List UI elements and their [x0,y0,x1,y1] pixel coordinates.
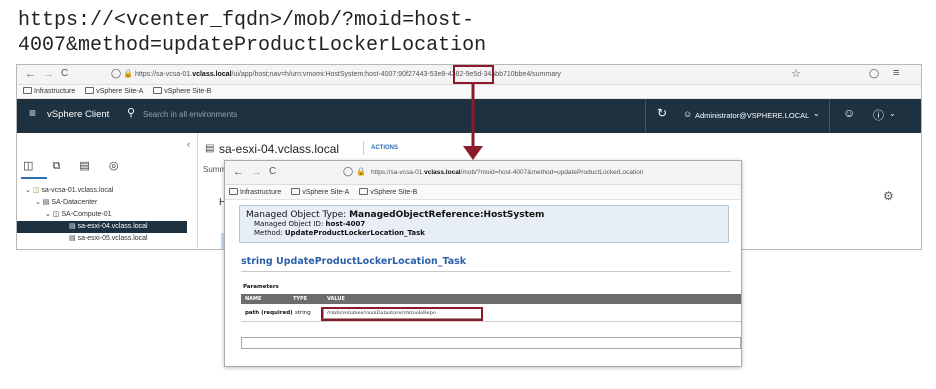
url-caption-line-1: https://<vcenter_fqdn>/mob/?moid=host- [18,9,475,32]
mob-type-value: ManagedObjectReference:HostSystem [349,210,545,220]
param-name: path (required) [245,310,293,316]
user-menu[interactable]: Administrator@VSPHERE.LOCAL [695,111,809,120]
column-value: VALUE [327,296,345,302]
vms-and-templates-icon[interactable]: ⧉ [52,160,60,172]
global-search-input[interactable]: Search in all environments [143,110,237,119]
host-icon: ▤ [205,143,215,154]
url-caption-line-2: 4007&method=updateProductLockerLocation [18,34,487,57]
forward-icon[interactable]: → [43,68,54,80]
settings-gear-icon[interactable]: ⚙ [883,189,894,203]
mob-bookmarks-bar: Infrastructure vSphere Site-A vSphere Si… [225,185,741,200]
bookmark-site-b[interactable]: vSphere Site-B [153,88,211,95]
help-icon[interactable]: ⓘ [873,107,884,123]
mob-browser-toolbar: ← → C ◯ 🔒 https://sa-vcsa-01.vclass.loca… [225,161,741,185]
mob-shield-icon: ◯ [343,166,354,176]
app-title: vSphere Client [47,109,110,120]
refresh-icon[interactable]: ↻ [657,106,667,120]
mob-address-bar[interactable]: https://sa-vcsa-01.vclass.local/mob/?moi… [371,165,739,180]
column-type: TYPE [293,296,308,302]
pocket-icon[interactable]: ◯ [869,68,879,79]
mob-bookmark-site-b[interactable]: vSphere Site-B [359,189,417,196]
mob-url-prefix: https://sa-vcsa-01. [371,169,425,176]
collapse-sidebar-icon[interactable]: ‹ [187,139,190,149]
mob-id-value: host-4007 [325,220,366,228]
tree-node-host-selected[interactable]: ▤ sa-esxi-04.vclass.local [17,221,187,233]
bookmark-star-icon[interactable]: ☆ [791,67,801,80]
lock-icon: 🔒 [123,69,133,78]
mob-url-path: /mob/?moid=host-4007&method=updateProduc… [460,169,644,176]
host-id-highlight [453,65,494,84]
back-icon[interactable]: ← [25,68,36,80]
tree-node-vcenter[interactable]: ⌄ ◫ sa-vcsa-01.vclass.local [17,185,198,197]
managed-object-info: Managed Object Type: ManagedObjectRefere… [239,205,729,243]
method-signature-title: string UpdateProductLockerLocation_Task [241,256,467,267]
url-domain: vclass.local [192,71,232,78]
path-value-highlight [321,307,483,321]
url-caption: https://<vcenter_fqdn>/mob/?moid=host- 4… [18,8,486,58]
reload-icon[interactable]: C [61,68,68,79]
inventory-view-tabs: ◫ ⧉ ▤ ◎ [23,159,134,173]
networking-icon[interactable]: ◎ [109,160,119,172]
parameters-table-header: NAME TYPE VALUE [241,294,741,304]
table-row: path (required) string /vmfs/volumes/vsa… [241,304,741,322]
mob-back-icon[interactable]: ← [233,166,244,178]
title-divider [241,271,731,272]
hosts-and-clusters-icon[interactable]: ◫ [23,160,33,172]
mob-browser-window: ← → C ◯ 🔒 https://sa-vcsa-01.vclass.loca… [224,160,742,367]
active-tab-indicator [21,177,47,179]
param-type: string [295,310,311,316]
mob-bookmark-site-a[interactable]: vSphere Site-A [291,189,349,196]
method-label: Method: [254,229,283,237]
bookmark-infrastructure[interactable]: Infrastructure [23,88,75,95]
inventory-tree: ⌄ ◫ sa-vcsa-01.vclass.local ⌄ ▤ SA-Datac… [17,185,198,245]
mob-lock-icon: 🔒 [356,167,366,176]
vsphere-app-header: ≡ vSphere Client ⚲ Search in all environ… [17,99,921,133]
parameters-label: Parameters [243,284,279,290]
user-icon: ☺ [683,109,693,119]
tree-node-cluster[interactable]: ⌄ ◫ SA-Compute-01 [17,209,198,221]
actions-menu[interactable]: ACTIONS [371,145,398,151]
tree-node-datacenter[interactable]: ⌄ ▤ SA-Datacenter [17,197,198,209]
method-value: UpdateProductLockerLocation_Task [284,229,425,237]
menu-icon[interactable]: ≡ [893,67,899,79]
url-path: /ui/app/host;nav=h/urn:vmomi:HostSystem: [231,71,366,78]
host-title: sa-esxi-04.vclass.local [219,142,340,156]
chevron-down-icon[interactable]: ⌄ [813,109,820,118]
bookmark-site-a[interactable]: vSphere Site-A [85,88,143,95]
shield-icon: ◯ [111,68,122,78]
mob-reload-icon[interactable]: C [269,166,276,177]
feedback-icon[interactable]: ☺ [843,106,855,120]
hamburger-icon[interactable]: ≡ [29,106,36,120]
help-chevron-icon[interactable]: ⌄ [889,109,896,118]
tree-node-host[interactable]: ▤ sa-esxi-05.vclass.local [17,233,198,245]
tab-summary[interactable]: Summ [203,165,226,174]
mob-bookmark-infrastructure[interactable]: Infrastructure [229,189,281,196]
inventory-sidebar: ‹ ◫ ⧉ ▤ ◎ ⌄ ◫ sa-vcsa-01.vclass.local ⌄ … [17,133,198,249]
mob-url-domain: vclass.local [424,169,461,176]
bookmarks-bar: Infrastructure vSphere Site-A vSphere Si… [17,85,921,99]
mob-type-label: Managed Object Type: [246,210,347,220]
mob-forward-icon[interactable]: → [251,166,262,178]
search-icon[interactable]: ⚲ [127,106,135,119]
mob-id-label: Managed Object ID: [254,220,324,228]
storage-icon[interactable]: ▤ [79,160,89,172]
invoke-method-bar[interactable] [241,337,741,349]
url-prefix: https://sa-vcsa-01. [135,71,193,78]
url-host-id: host-4007 [365,71,397,78]
column-name: NAME [245,296,262,302]
